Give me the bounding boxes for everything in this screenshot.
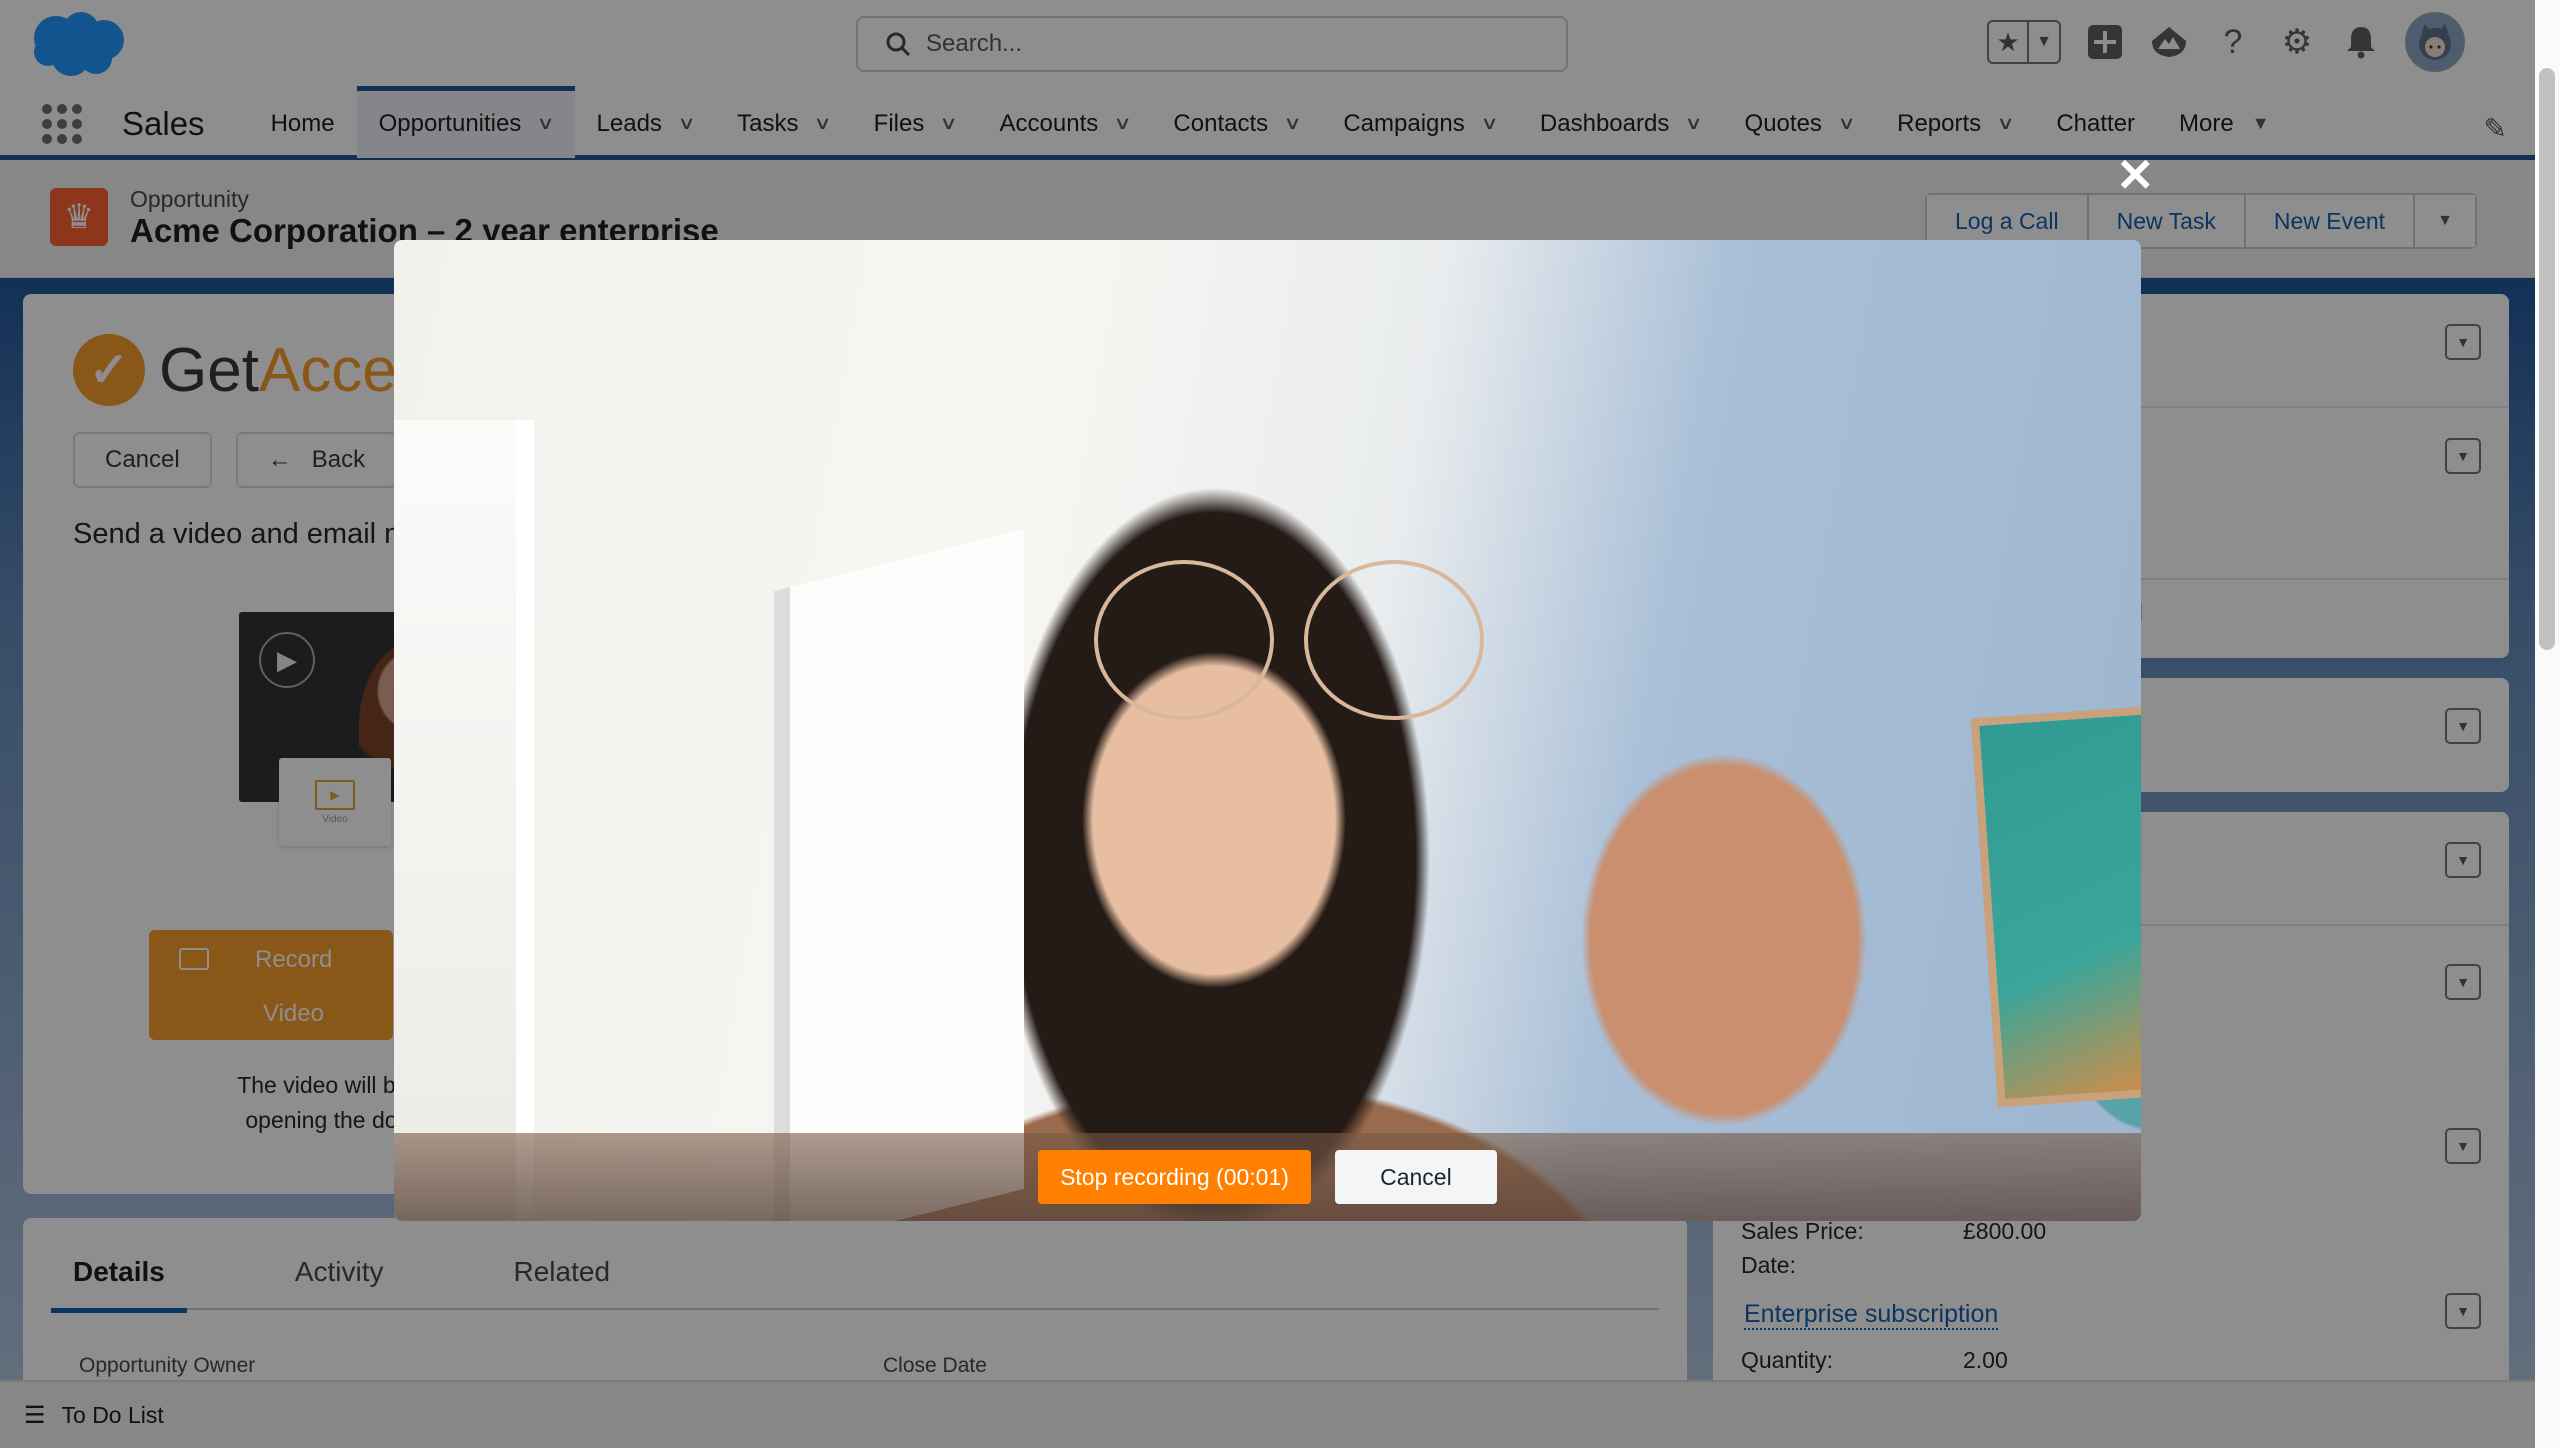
video-subject-glasses (1094, 560, 1494, 720)
scrollbar-thumb[interactable] (2539, 68, 2555, 650)
recording-controls: Stop recording (00:01) Cancel (394, 1133, 2141, 1221)
webcam-recording-preview: Stop recording (00:01) Cancel (394, 240, 2141, 1221)
stop-recording-button[interactable]: Stop recording (00:01) (1038, 1150, 1311, 1204)
page-scrollbar[interactable] (2535, 0, 2560, 1448)
video-background-window (774, 528, 1024, 1221)
cancel-recording-button[interactable]: Cancel (1334, 1150, 1497, 1204)
close-icon[interactable]: ✕ (2116, 152, 2155, 198)
video-background-poster (1970, 702, 2141, 1108)
video-background-window (394, 420, 534, 1220)
